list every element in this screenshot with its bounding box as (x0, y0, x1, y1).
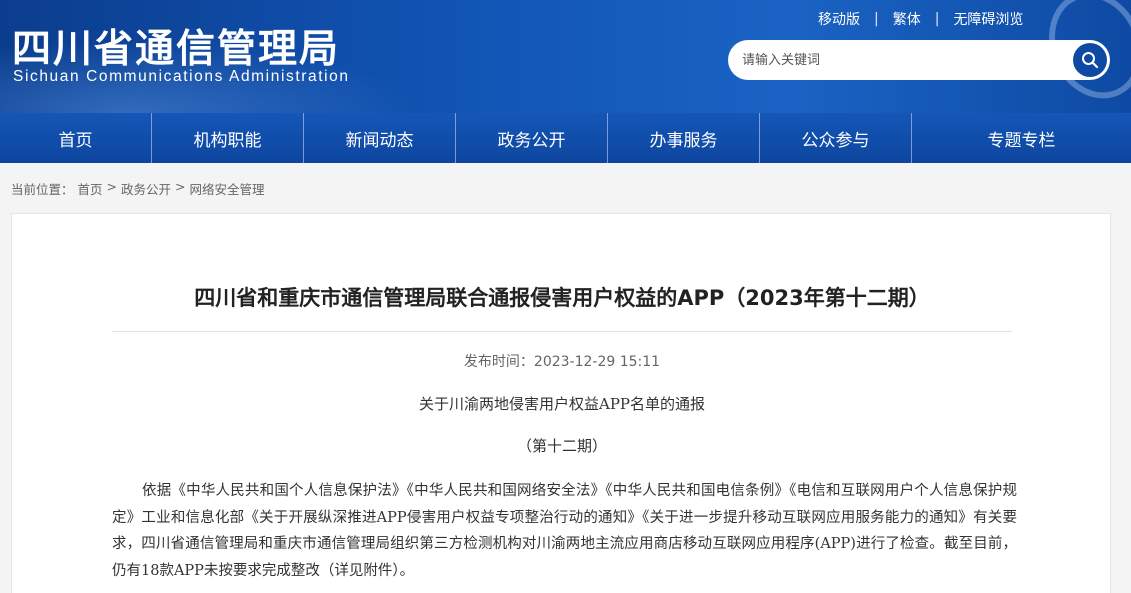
article-panel: 四川省和重庆市通信管理局联合通报侵害用户权益的APP（2023年第十二期） 发布… (11, 213, 1111, 593)
top-link-separator: | (874, 11, 879, 27)
article-issue: （第十二期） (516, 437, 607, 455)
nav-item-home[interactable]: 首页 (0, 113, 152, 163)
article-paragraph: 依据《中华人民共和国个人信息保护法》《中华人民共和国网络安全法》《中华人民共和国… (112, 483, 1017, 579)
accessibility-link[interactable]: 无障碍浏览 (953, 9, 1023, 29)
search-button[interactable] (1073, 43, 1107, 77)
nav-item-news[interactable]: 新闻动态 (304, 113, 456, 163)
top-link-separator: | (934, 11, 940, 27)
traditional-chinese-link[interactable]: 繁体 (893, 9, 921, 29)
nav-item-participation[interactable]: 公众参与 (760, 113, 912, 163)
title-divider (112, 331, 1012, 332)
article-title: 四川省和重庆市通信管理局联合通报侵害用户权益的APP（2023年第十二期） (194, 286, 930, 310)
top-links: 移动版 | 繁体 | 无障碍浏览 (818, 9, 1023, 29)
breadcrumb-item-home[interactable]: 首页 (78, 179, 103, 198)
site-logo-english: Sichuan Communications Administration (13, 68, 350, 85)
breadcrumb: 当前位置： 首页 > 政务公开 > 网络安全管理 (11, 179, 269, 198)
breadcrumb-separator: > (106, 179, 118, 194)
article-subtitle: 关于川渝两地侵害用户权益APP名单的通报 (418, 395, 706, 413)
nav-item-topics[interactable]: 专题专栏 (912, 113, 1131, 163)
site-header: 四川省通信管理局 Sichuan Communications Administ… (0, 0, 1131, 113)
nav-item-functions[interactable]: 机构职能 (152, 113, 304, 163)
breadcrumb-label: 当前位置： (11, 182, 74, 197)
breadcrumb-item-network-security[interactable]: 网络安全管理 (190, 179, 265, 198)
nav-item-services[interactable]: 办事服务 (608, 113, 760, 163)
search-icon (1082, 52, 1099, 69)
nav-item-gov-affairs[interactable]: 政务公开 (456, 113, 608, 163)
breadcrumb-item-gov-affairs[interactable]: 政务公开 (121, 179, 171, 198)
breadcrumb-separator: > (175, 179, 186, 194)
publish-time: 发布时间：2023-12-29 15:11 (463, 354, 661, 370)
search-box (728, 40, 1110, 80)
search-input[interactable] (742, 40, 1062, 80)
main-nav: 首页 机构职能 新闻动态 政务公开 办事服务 公众参与 专题专栏 (0, 113, 1131, 163)
mobile-version-link[interactable]: 移动版 (818, 9, 860, 29)
site-logo-chinese[interactable]: 四川省通信管理局 (12, 18, 340, 74)
